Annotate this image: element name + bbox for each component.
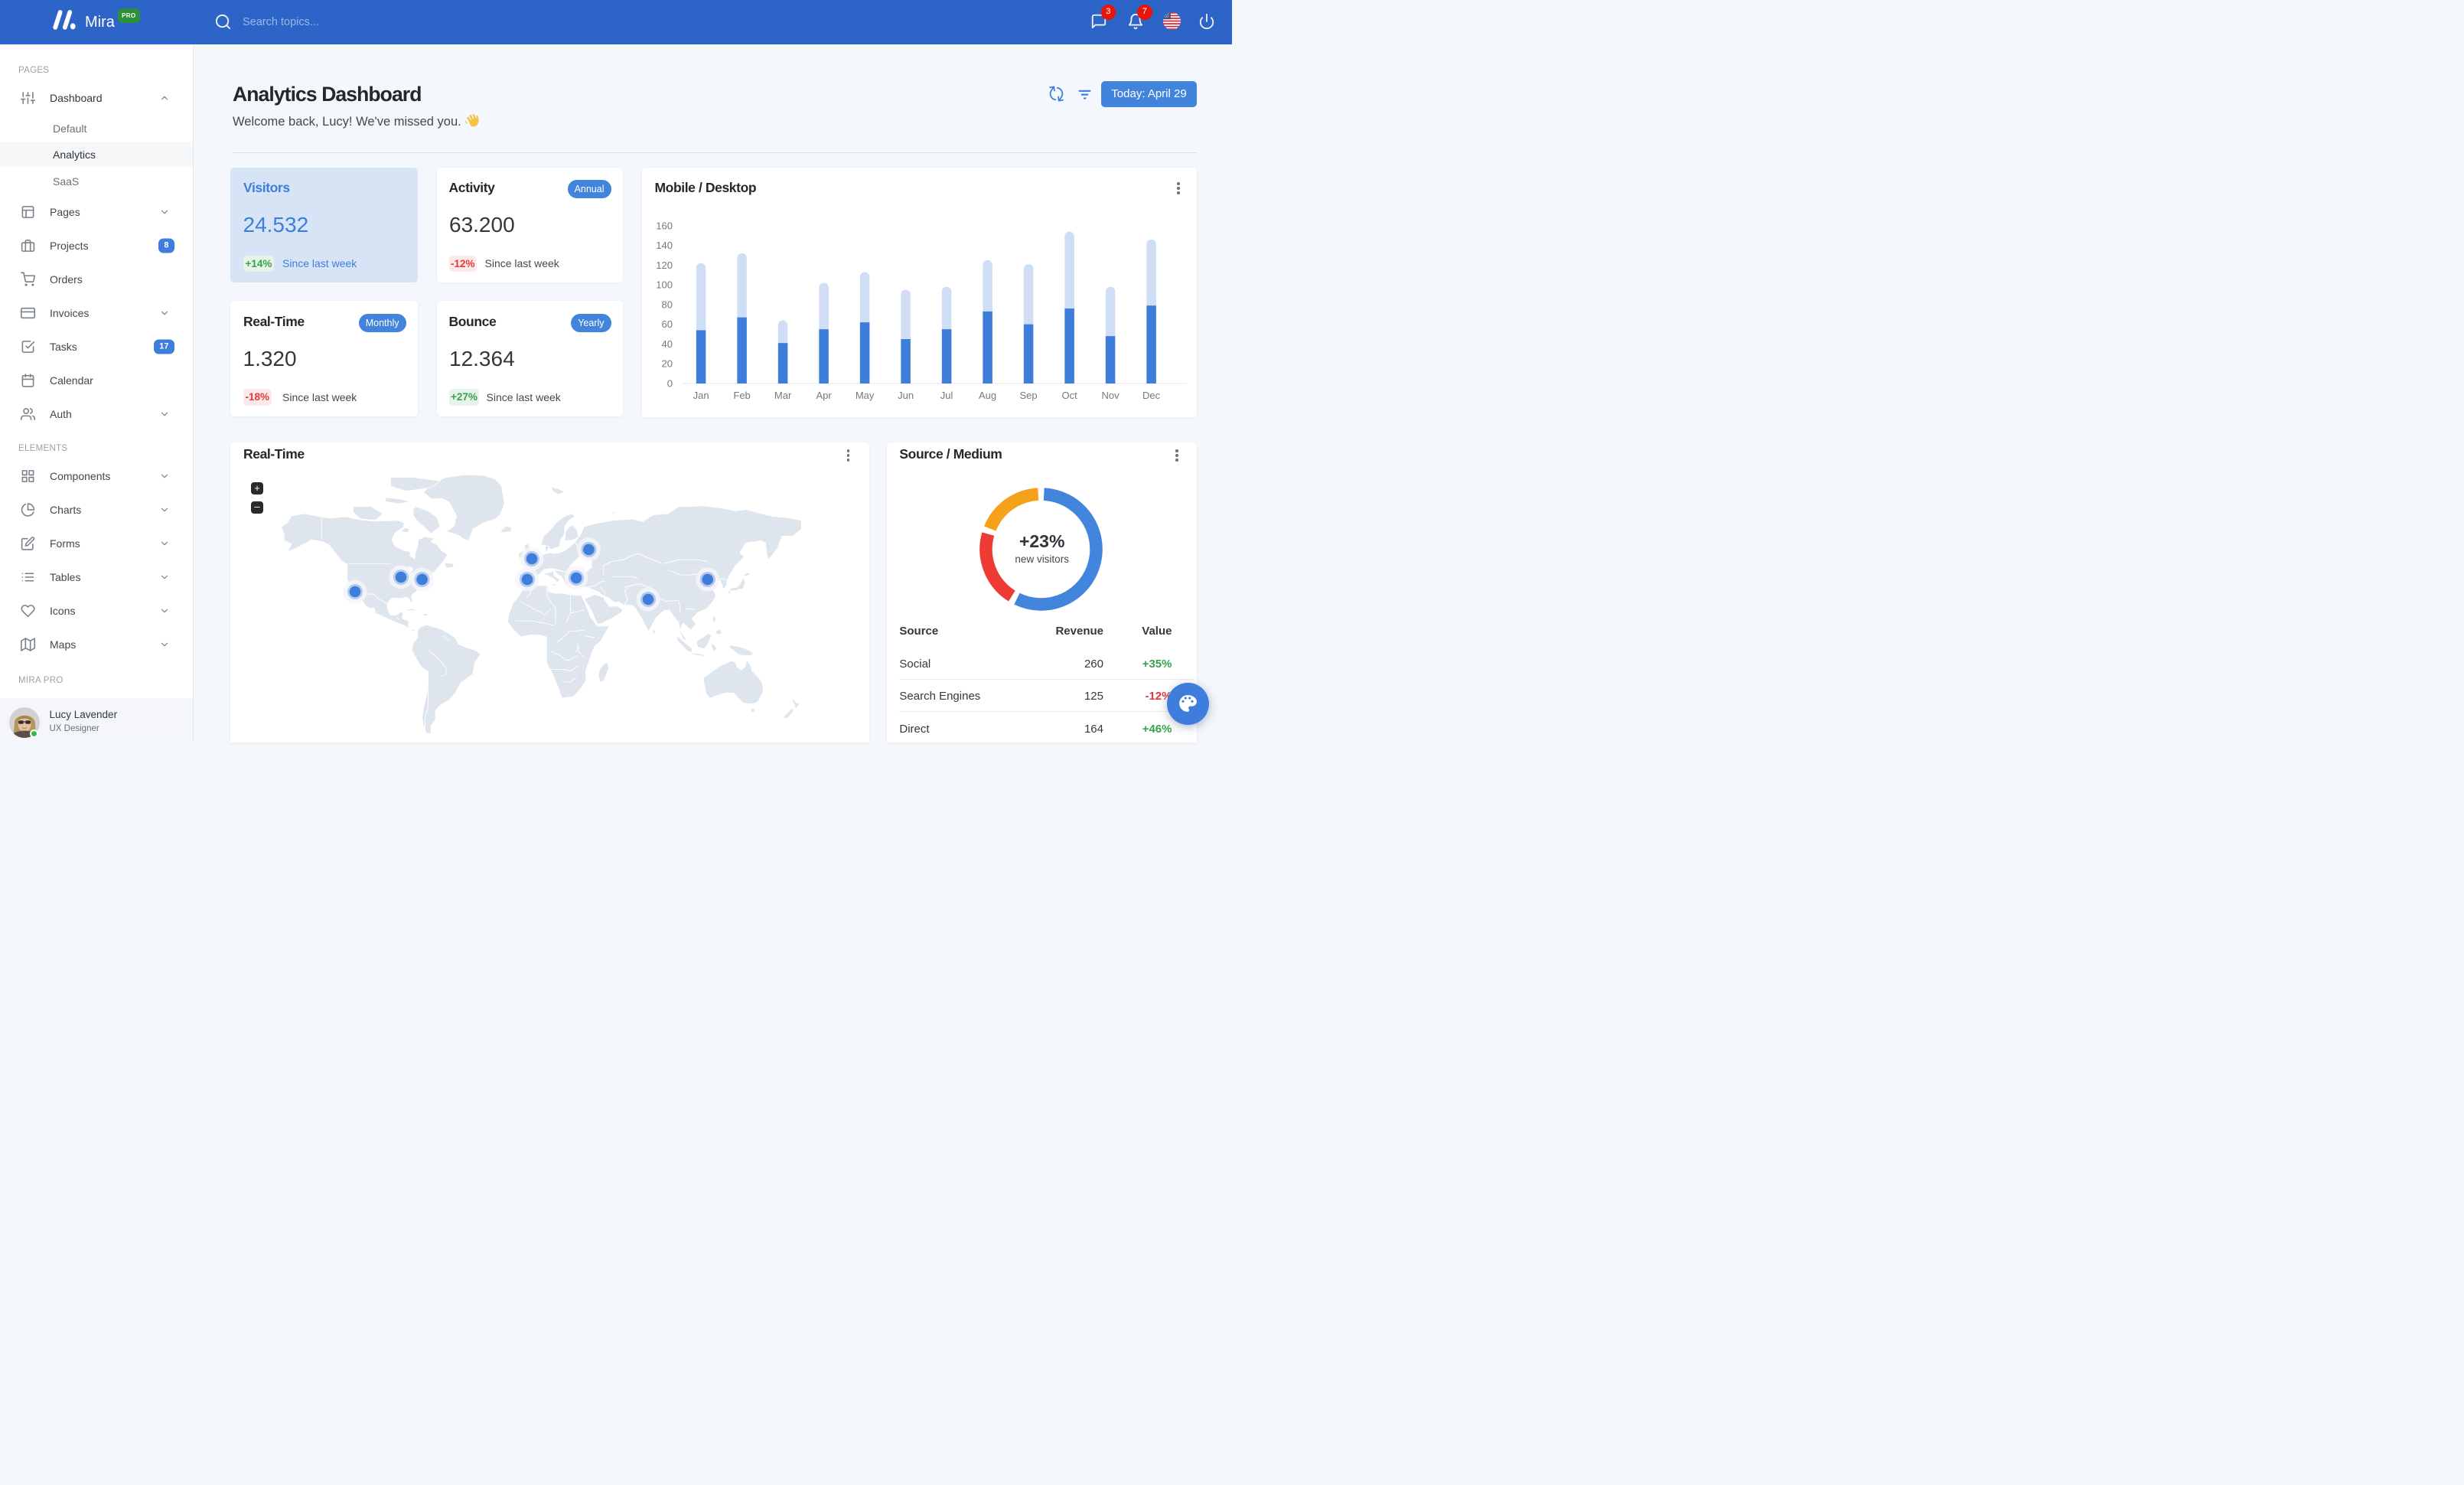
- svg-text:Jul: Jul: [940, 390, 953, 401]
- svg-text:Dec: Dec: [1142, 390, 1161, 401]
- svg-text:0: 0: [667, 377, 672, 389]
- svg-text:80: 80: [661, 299, 672, 310]
- svg-text:Apr: Apr: [816, 390, 832, 401]
- svg-text:Jan: Jan: [693, 390, 709, 401]
- svg-text:Jun: Jun: [898, 390, 914, 401]
- svg-text:Oct: Oct: [1061, 390, 1077, 401]
- svg-text:160: 160: [656, 220, 673, 231]
- svg-text:Nov: Nov: [1101, 390, 1120, 401]
- svg-text:Aug: Aug: [979, 390, 996, 401]
- svg-text:Sep: Sep: [1019, 390, 1037, 401]
- svg-text:20: 20: [661, 357, 672, 369]
- svg-text:120: 120: [656, 259, 673, 270]
- svg-text:100: 100: [656, 279, 673, 290]
- svg-text:60: 60: [661, 318, 672, 330]
- svg-text:140: 140: [656, 240, 673, 251]
- svg-text:40: 40: [661, 338, 672, 349]
- svg-text:Feb: Feb: [733, 390, 750, 401]
- svg-text:May: May: [855, 390, 874, 401]
- svg-text:Mar: Mar: [774, 390, 791, 401]
